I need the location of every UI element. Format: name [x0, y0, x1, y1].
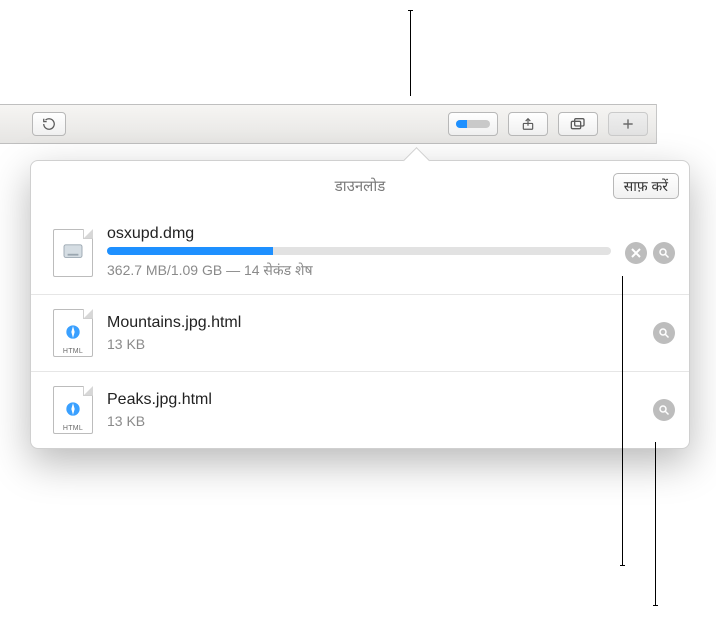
toolbar-edge [656, 104, 657, 144]
download-progress-bar [107, 247, 611, 255]
download-filename: Mountains.jpg.html [107, 314, 639, 332]
magnifying-glass-icon [658, 247, 670, 259]
download-progress-fill [107, 247, 273, 255]
reload-button[interactable] [32, 112, 66, 136]
browser-toolbar [0, 104, 656, 144]
downloads-progress-icon [456, 120, 490, 128]
share-icon [521, 117, 535, 131]
downloads-progress-fill [456, 120, 467, 128]
tabs-icon [570, 117, 586, 131]
downloads-popover: डाउनलोड साफ़ करें osxupd.dmg [30, 160, 690, 449]
file-icon-html: HTML [53, 386, 93, 434]
close-icon [631, 248, 641, 258]
reveal-in-finder-button[interactable] [653, 242, 675, 264]
clear-button[interactable]: साफ़ करें [613, 173, 679, 199]
downloads-button[interactable] [448, 112, 498, 136]
download-row[interactable]: HTML Mountains.jpg.html 13 KB [31, 294, 689, 371]
download-row[interactable]: HTML Peaks.jpg.html 13 KB [31, 371, 689, 448]
file-extension-label: HTML [53, 348, 93, 355]
disk-image-icon [62, 243, 84, 261]
reveal-in-finder-button[interactable] [653, 399, 675, 421]
reveal-in-finder-button[interactable] [653, 322, 675, 344]
share-button[interactable] [508, 112, 548, 136]
show-tabs-button[interactable] [558, 112, 598, 136]
popover-title: डाउनलोड [335, 176, 386, 196]
download-status: 13 KB [107, 336, 639, 352]
new-tab-button[interactable] [608, 112, 648, 136]
download-row[interactable]: osxupd.dmg 362.7 MB/1.09 GB — 14 सेकंड श… [31, 211, 689, 294]
file-icon-dmg [53, 229, 93, 277]
popover-header: डाउनलोड साफ़ करें [31, 161, 689, 211]
safari-doc-icon [63, 399, 83, 419]
download-filename: Peaks.jpg.html [107, 391, 639, 409]
download-status: 13 KB [107, 413, 639, 429]
plus-icon [621, 117, 635, 131]
callout-line-reveal-button [655, 442, 656, 606]
safari-doc-icon [63, 322, 83, 342]
downloads-list: osxupd.dmg 362.7 MB/1.09 GB — 14 सेकंड श… [31, 211, 689, 448]
file-icon-html: HTML [53, 309, 93, 357]
download-status: 362.7 MB/1.09 GB — 14 सेकंड शेष [107, 261, 611, 280]
reload-icon [42, 117, 56, 131]
magnifying-glass-icon [658, 404, 670, 416]
magnifying-glass-icon [658, 327, 670, 339]
callout-line-downloads-button [410, 10, 411, 96]
file-extension-label: HTML [53, 425, 93, 432]
cancel-download-button[interactable] [625, 242, 647, 264]
callout-line-cancel-button [622, 276, 623, 566]
download-filename: osxupd.dmg [107, 225, 611, 243]
